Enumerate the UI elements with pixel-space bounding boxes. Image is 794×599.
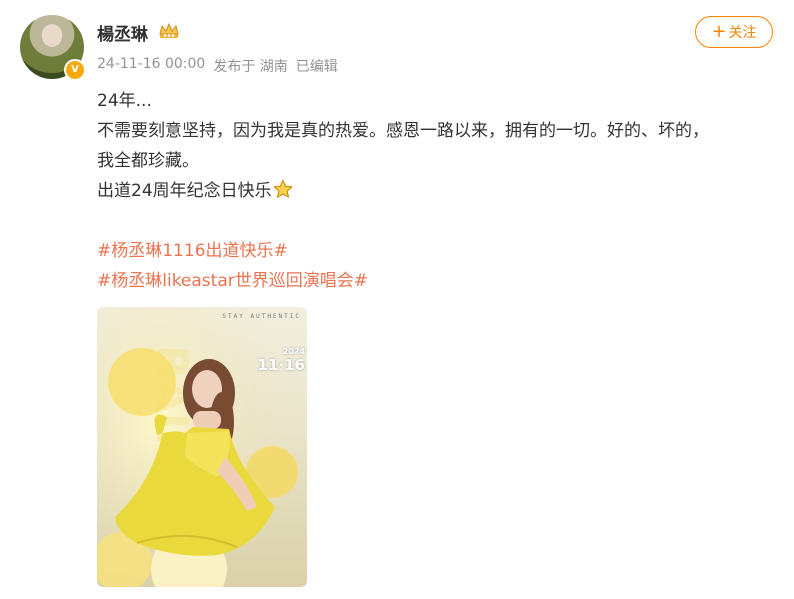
crown-icon <box>159 22 179 38</box>
post-location: 发布于 湖南 <box>213 59 288 75</box>
photo-date: 2024 11·16 <box>258 347 305 374</box>
avatar-container[interactable]: V <box>20 15 86 81</box>
post-text-line: 我全都珍藏。 <box>97 151 199 171</box>
post-text-line: 不需要刻意坚持，因为我是真的热爱。感恩一路以来，拥有的一切。好的、坏的， <box>97 121 709 141</box>
hashtag-link[interactable]: #杨丞琳1116出道快乐# <box>97 236 777 266</box>
edited-label: 已编辑 <box>295 59 338 75</box>
post-meta: 24-11-16 00:00 发布于 湖南 已编辑 <box>97 56 338 76</box>
follow-label: 关注 <box>728 25 757 41</box>
post-text-line: 出道24周年纪念日快乐 <box>97 176 777 206</box>
photo-year: 2024 <box>282 347 305 356</box>
post-content: 24年... 不需要刻意坚持，因为我是真的热爱。感恩一路以来，拥有的一切。好的、… <box>97 86 777 296</box>
photo-day: 11·16 <box>257 356 305 374</box>
photo-overlay-text: STAY AUTHENTIC <box>222 313 301 320</box>
post-text-line: 24年... <box>97 91 152 111</box>
username[interactable]: 楊丞琳 <box>97 20 148 45</box>
star-icon <box>273 179 292 198</box>
post-text-line-text: 出道24周年纪念日快乐 <box>97 181 272 201</box>
post-timestamp[interactable]: 24-11-16 00:00 <box>97 56 205 76</box>
verified-badge-icon: V <box>64 59 86 81</box>
hashtag-link[interactable]: #杨丞琳likeastar世界巡回演唱会# <box>97 266 777 296</box>
follow-button[interactable]: + 关注 <box>695 16 773 48</box>
post-image[interactable]: RAINIE STAY AUTHENTIC 2024 11·16 <box>97 307 307 587</box>
plus-icon: + <box>711 21 727 42</box>
